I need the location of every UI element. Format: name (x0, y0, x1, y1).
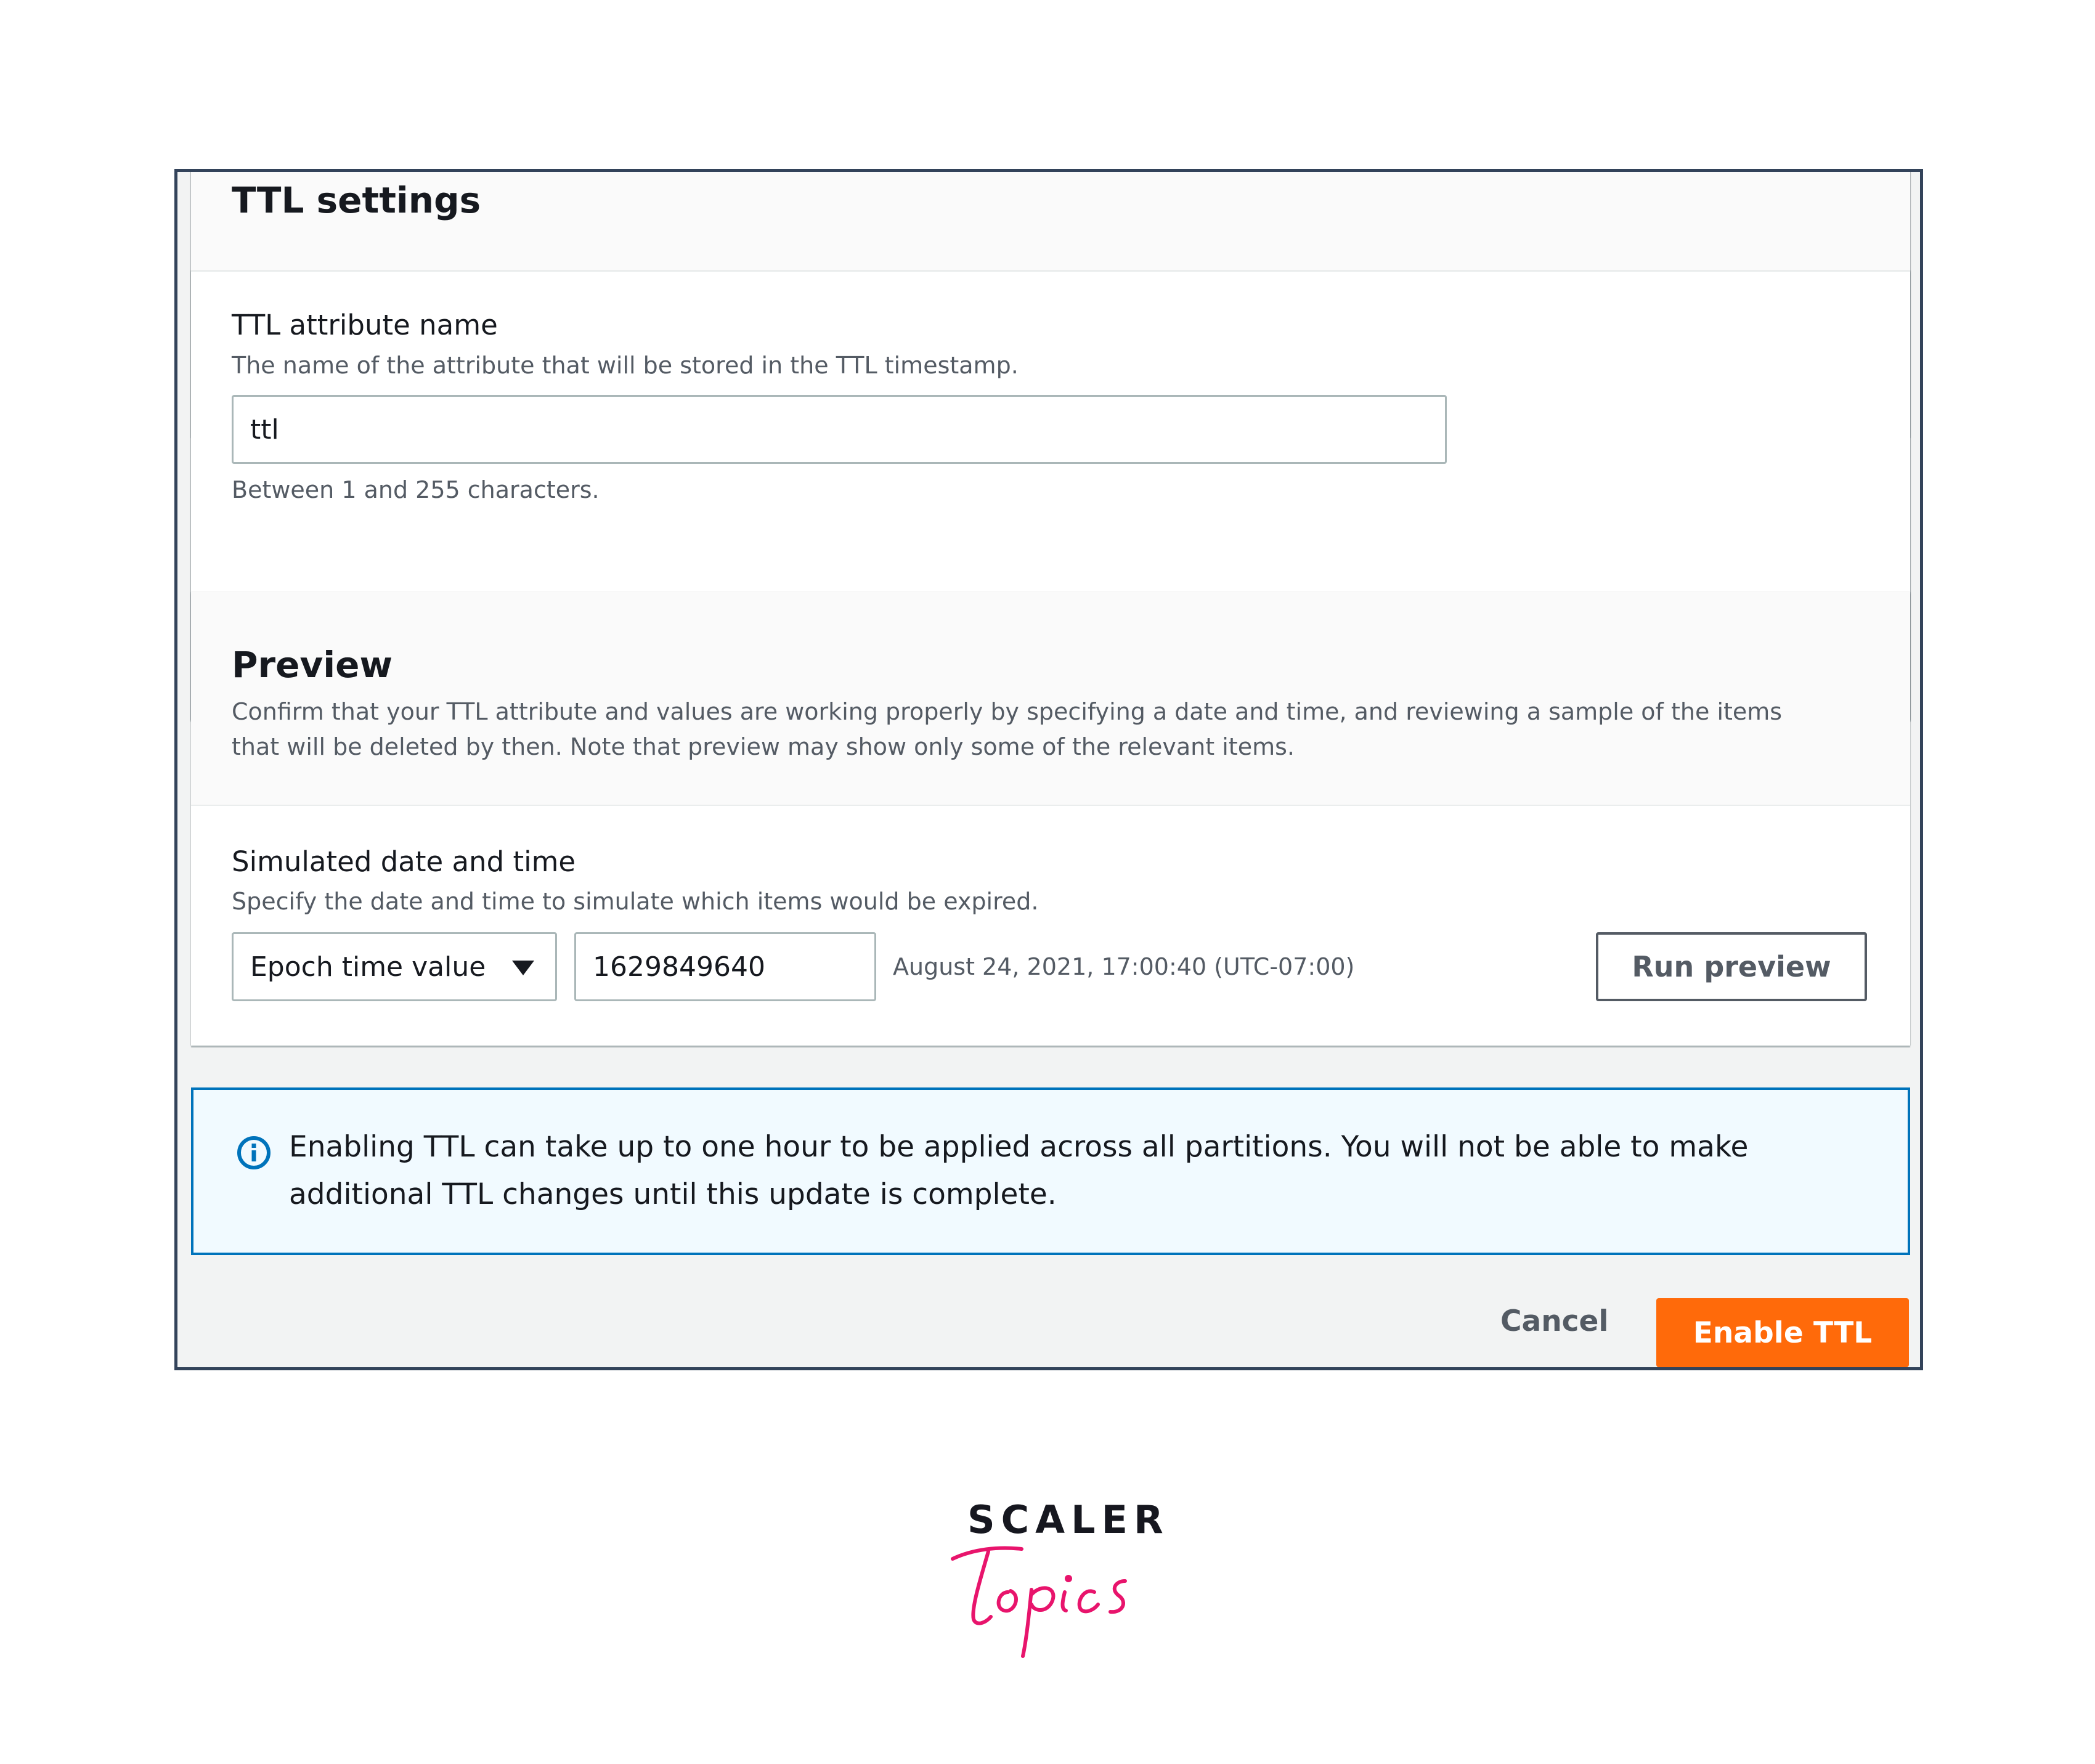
converted-date-text: August 24, 2021, 17:00:40 (UTC-07:00) (893, 953, 1355, 980)
screenshot-frame: TTL settings TTL attribute name The name… (174, 169, 1923, 1370)
logo-word-scaler: SCALER (967, 1497, 1170, 1542)
epoch-value-input[interactable] (574, 932, 876, 1001)
run-preview-button[interactable]: Run preview (1596, 932, 1867, 1001)
enable-ttl-button[interactable]: Enable TTL (1656, 1298, 1909, 1367)
info-alert: Enabling TTL can take up to one hour to … (191, 1087, 1910, 1255)
scaler-topics-logo: SCALER (949, 1497, 1163, 1658)
time-format-select-value: Epoch time value (250, 951, 486, 983)
chevron-down-icon (512, 961, 534, 975)
info-alert-message: Enabling TTL can take up to one hour to … (289, 1130, 1749, 1211)
ttl-attribute-input[interactable] (232, 395, 1447, 464)
ttl-settings-title: TTL settings (232, 179, 481, 221)
ttl-attribute-constraint: Between 1 and 255 characters. (232, 476, 600, 503)
preview-description: Confirm that your TTL attribute and valu… (232, 698, 1783, 760)
info-icon (237, 1136, 271, 1169)
logo-word-topics (951, 1546, 1127, 1658)
ttl-attribute-label: TTL attribute name (232, 309, 498, 341)
ttl-attribute-description: The name of the attribute that will be s… (232, 352, 1019, 379)
time-format-select[interactable]: Epoch time value (232, 932, 557, 1001)
simulated-date-description: Specify the date and time to simulate wh… (232, 888, 1039, 915)
preview-title: Preview (232, 644, 393, 686)
cancel-button[interactable]: Cancel (1500, 1304, 1609, 1338)
simulated-date-label: Simulated date and time (232, 845, 576, 878)
